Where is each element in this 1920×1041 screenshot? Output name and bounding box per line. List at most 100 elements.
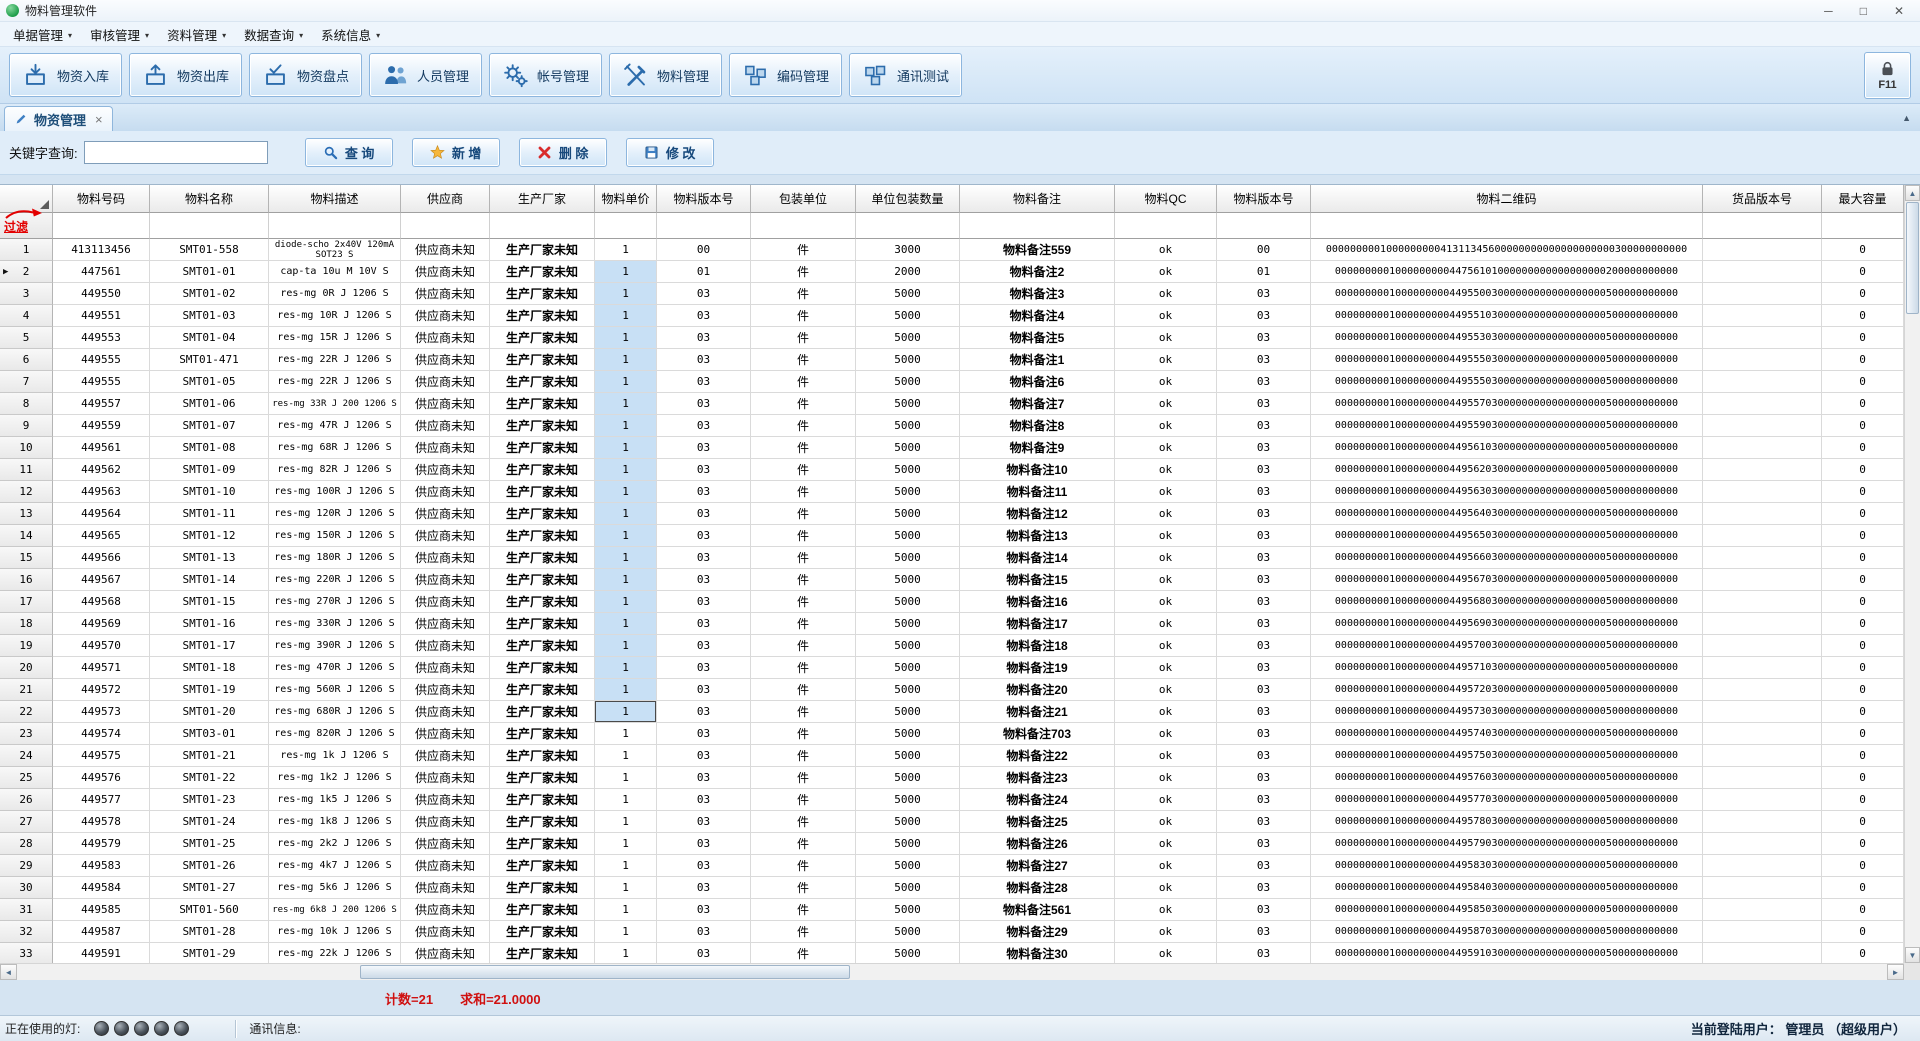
grid-cell[interactable]: 件	[751, 547, 856, 569]
grid-cell[interactable]: 1	[595, 437, 657, 459]
grid-cell[interactable]: ok	[1115, 833, 1217, 855]
grid-cell[interactable]: 03	[657, 503, 751, 525]
grid-cell[interactable]: 03	[1217, 635, 1311, 657]
grid-cell[interactable]: res-mg 2k2 J 1206 S	[269, 833, 401, 855]
grid-cell[interactable]: 生产厂家未知	[490, 305, 595, 327]
grid-cell[interactable]: ok	[1115, 943, 1217, 963]
grid-cell[interactable]	[1703, 349, 1822, 371]
grid-cell[interactable]	[1703, 657, 1822, 679]
grid-cell[interactable]: 1	[595, 327, 657, 349]
grid-cell[interactable]: 0000000001000000000449561030000000000000…	[1311, 437, 1703, 459]
grid-cell[interactable]: 449579	[53, 833, 150, 855]
filter-cell-ver2[interactable]	[1217, 213, 1311, 239]
grid-cell[interactable]: 生产厂家未知	[490, 283, 595, 305]
column-header-ver1[interactable]: 物料版本号	[657, 185, 751, 213]
grid-cell[interactable]: SMT01-08	[150, 437, 269, 459]
grid-cell[interactable]: res-mg 180R J 1206 S	[269, 547, 401, 569]
grid-cell[interactable]: 生产厂家未知	[490, 569, 595, 591]
grid-cell[interactable]: 物料备注8	[960, 415, 1115, 437]
grid-cell[interactable]: 03	[657, 613, 751, 635]
grid-cell[interactable]: 0000000001000000000449579030000000000000…	[1311, 833, 1703, 855]
grid-cell[interactable]: 0	[1822, 877, 1904, 899]
row-number[interactable]: 10	[0, 437, 53, 459]
grid-cell[interactable]: 5000	[856, 393, 960, 415]
grid-cell[interactable]: 03	[657, 327, 751, 349]
grid-cell[interactable]: 03	[657, 525, 751, 547]
grid-cell[interactable]: SMT01-21	[150, 745, 269, 767]
grid-cell[interactable]: 0000000001000000000449553030000000000000…	[1311, 327, 1703, 349]
grid-cell[interactable]: 0000000001000000000449585030000000000000…	[1311, 899, 1703, 921]
grid-cell[interactable]: SMT01-29	[150, 943, 269, 963]
grid-cell[interactable]: ok	[1115, 767, 1217, 789]
grid-cell[interactable]: 供应商未知	[401, 789, 490, 811]
grid-cell[interactable]: 1	[595, 525, 657, 547]
grid-cell[interactable]	[1703, 833, 1822, 855]
grid-cell[interactable]: 0	[1822, 481, 1904, 503]
grid-cell[interactable]: SMT01-28	[150, 921, 269, 943]
grid-cell[interactable]: res-mg 22R J 1206 S	[269, 349, 401, 371]
grid-cell[interactable]: 00	[1217, 239, 1311, 261]
grid-cell[interactable]: 供应商未知	[401, 459, 490, 481]
grid-cell[interactable]: 1	[595, 481, 657, 503]
grid-cell[interactable]: 0	[1822, 437, 1904, 459]
row-number[interactable]: 32	[0, 921, 53, 943]
grid-cell[interactable]	[1703, 459, 1822, 481]
row-number[interactable]: 5	[0, 327, 53, 349]
grid-cell[interactable]: SMT01-16	[150, 613, 269, 635]
grid-cell[interactable]: SMT01-17	[150, 635, 269, 657]
grid-cell[interactable]: 生产厂家未知	[490, 481, 595, 503]
grid-cell[interactable]: 生产厂家未知	[490, 239, 595, 261]
grid-cell[interactable]: 供应商未知	[401, 415, 490, 437]
grid-cell[interactable]: 03	[1217, 459, 1311, 481]
grid-cell[interactable]: 01	[1217, 261, 1311, 283]
grid-cell[interactable]: 1	[595, 305, 657, 327]
grid-cell[interactable]: 供应商未知	[401, 371, 490, 393]
filter-cell-desc[interactable]	[269, 213, 401, 239]
row-number[interactable]: 25	[0, 767, 53, 789]
grid-cell[interactable]: 件	[751, 701, 856, 723]
grid-cell[interactable]: 0	[1822, 525, 1904, 547]
grid-cell[interactable]: 0000000001000000000449555030000000000000…	[1311, 371, 1703, 393]
grid-cell[interactable]: 供应商未知	[401, 899, 490, 921]
grid-cell[interactable]: res-mg 1k J 1206 S	[269, 745, 401, 767]
grid-cell[interactable]: 5000	[856, 833, 960, 855]
row-number[interactable]: 20	[0, 657, 53, 679]
grid-cell[interactable]: 03	[657, 481, 751, 503]
grid-cell[interactable]: 0	[1822, 547, 1904, 569]
grid-cell[interactable]: ok	[1115, 261, 1217, 283]
grid-cell[interactable]: SMT01-01	[150, 261, 269, 283]
grid-cell[interactable]: 物料备注30	[960, 943, 1115, 963]
grid-cell[interactable]: 449569	[53, 613, 150, 635]
grid-cell[interactable]: 供应商未知	[401, 591, 490, 613]
grid-cell[interactable]: 449563	[53, 481, 150, 503]
grid-cell[interactable]: res-mg 15R J 1206 S	[269, 327, 401, 349]
grid-cell[interactable]: ok	[1115, 855, 1217, 877]
grid-cell[interactable]: 03	[1217, 569, 1311, 591]
grid-cell[interactable]: 0	[1822, 305, 1904, 327]
grid-cell[interactable]: ok	[1115, 701, 1217, 723]
grid-cell[interactable]: ok	[1115, 723, 1217, 745]
grid-cell[interactable]: 物料备注703	[960, 723, 1115, 745]
column-header-goodsver[interactable]: 货品版本号	[1703, 185, 1822, 213]
filter-cell-goodsver[interactable]	[1703, 213, 1822, 239]
grid-cell[interactable]: 449550	[53, 283, 150, 305]
grid-cell[interactable]: 03	[657, 855, 751, 877]
row-number[interactable]: 14	[0, 525, 53, 547]
grid-cell[interactable]: diode-scho 2x40V 120mA SOT23 S	[269, 239, 401, 261]
account-management-button[interactable]: 帐号管理	[489, 53, 602, 97]
grid-cell[interactable]: 1	[595, 569, 657, 591]
grid-cell[interactable]: 供应商未知	[401, 833, 490, 855]
grid-cell[interactable]: res-mg 390R J 1206 S	[269, 635, 401, 657]
menu-data-management[interactable]: 资料管理▾	[158, 22, 235, 46]
grid-cell[interactable]: 1	[595, 635, 657, 657]
grid-cell[interactable]: 0000000001000000000449575030000000000000…	[1311, 745, 1703, 767]
tab-material-management[interactable]: 物资管理 ×	[4, 106, 113, 131]
grid-cell[interactable]: res-mg 150R J 1206 S	[269, 525, 401, 547]
grid-cell[interactable]: 03	[657, 811, 751, 833]
grid-cell[interactable]: 物料备注20	[960, 679, 1115, 701]
grid-cell[interactable]: 供应商未知	[401, 525, 490, 547]
grid-cell[interactable]: 449573	[53, 701, 150, 723]
grid-cell[interactable]: 供应商未知	[401, 723, 490, 745]
row-number[interactable]: 18	[0, 613, 53, 635]
grid-cell[interactable]: 件	[751, 723, 856, 745]
